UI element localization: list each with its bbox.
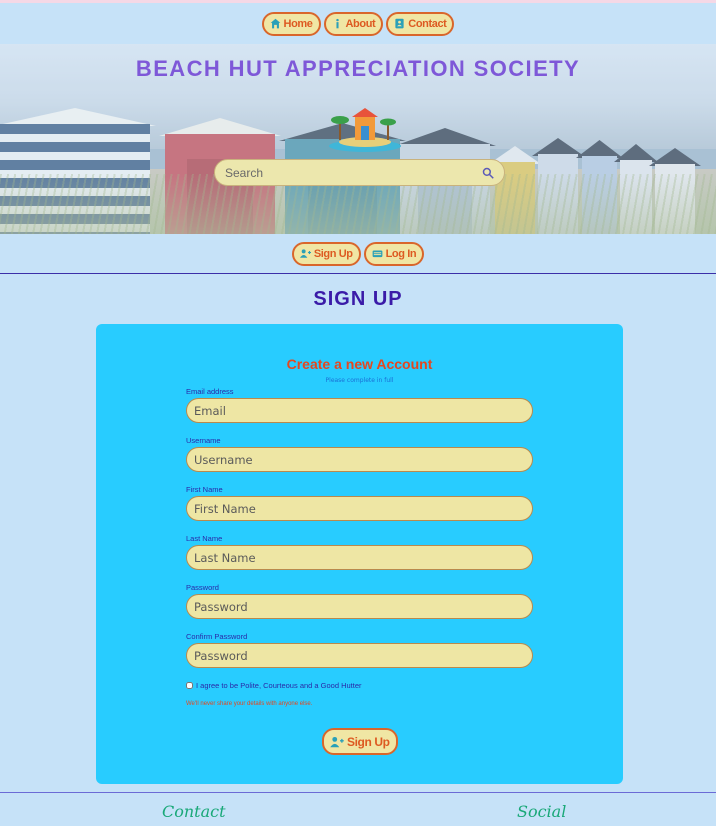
confirm-password-label: Confirm Password — [186, 632, 248, 641]
submit-label: Sign Up — [347, 734, 390, 749]
signup-form-card: Create a new Account Please complete in … — [96, 324, 623, 784]
password-field[interactable] — [186, 594, 533, 619]
password-field-group: Password — [186, 583, 533, 619]
main-nav: Home About Contact — [0, 3, 716, 44]
email-label: Email address — [186, 387, 234, 396]
agree-checkbox[interactable] — [186, 682, 193, 689]
user-plus-icon — [299, 249, 311, 258]
last-name-field-group: Last Name — [186, 534, 533, 570]
search-input[interactable] — [225, 165, 482, 180]
nav-signup-label: Sign Up — [313, 247, 353, 260]
page-title: SIGN UP — [313, 288, 403, 310]
first-name-field[interactable] — [186, 496, 533, 521]
first-name-field-group: First Name — [186, 485, 533, 521]
nav-contact-label: Contact — [408, 17, 447, 30]
nav-signup-link[interactable]: Sign Up — [291, 241, 361, 266]
nav-home-label: Home — [283, 17, 313, 30]
search-icon[interactable] — [482, 167, 494, 179]
form-subtitle: Please complete in full — [325, 377, 394, 384]
nav-contact-link[interactable]: Contact — [386, 11, 455, 36]
username-field-group: Username — [186, 436, 533, 472]
last-name-field[interactable] — [186, 545, 533, 570]
username-field[interactable] — [186, 447, 533, 472]
footer-social-heading: Social — [517, 802, 567, 821]
agree-label: I agree to be Polite, Courteous and a Go… — [196, 681, 362, 690]
email-field-group: Email address — [186, 387, 533, 423]
form-title: Create a new Account — [286, 356, 433, 372]
address-book-icon — [395, 18, 404, 29]
nav-about-link[interactable]: About — [323, 11, 384, 36]
beach-hut-logo — [329, 108, 401, 152]
confirm-password-field[interactable] — [186, 643, 533, 668]
nav-login-label: Log In — [385, 247, 417, 260]
auth-nav: Sign Up Log In — [0, 234, 716, 274]
privacy-note: We'll never share your details with anyo… — [186, 701, 313, 707]
password-label: Password — [186, 583, 219, 592]
email-field[interactable] — [186, 398, 533, 423]
confirm-password-field-group: Confirm Password — [186, 632, 533, 668]
first-name-label: First Name — [186, 485, 223, 494]
site-title: BEACH HUT APPRECIATION SOCIETY — [135, 56, 581, 81]
nav-home-link[interactable]: Home — [261, 11, 321, 36]
nav-about-label: About — [345, 17, 376, 30]
id-card-icon — [372, 250, 382, 258]
hero-banner: BEACH HUT APPRECIATION SOCIETY — [0, 44, 716, 234]
signup-submit-button[interactable]: Sign Up — [322, 728, 398, 755]
house-icon — [270, 18, 280, 29]
search-bar — [214, 159, 505, 186]
info-icon — [335, 18, 339, 29]
agree-row: I agree to be Polite, Courteous and a Go… — [186, 681, 362, 690]
nav-login-link[interactable]: Log In — [363, 241, 425, 266]
username-label: Username — [186, 436, 221, 445]
footer-contact-heading: Contact — [162, 802, 226, 821]
last-name-label: Last Name — [186, 534, 223, 543]
user-plus-icon — [330, 736, 344, 747]
footer: Contact Social — [0, 792, 716, 826]
